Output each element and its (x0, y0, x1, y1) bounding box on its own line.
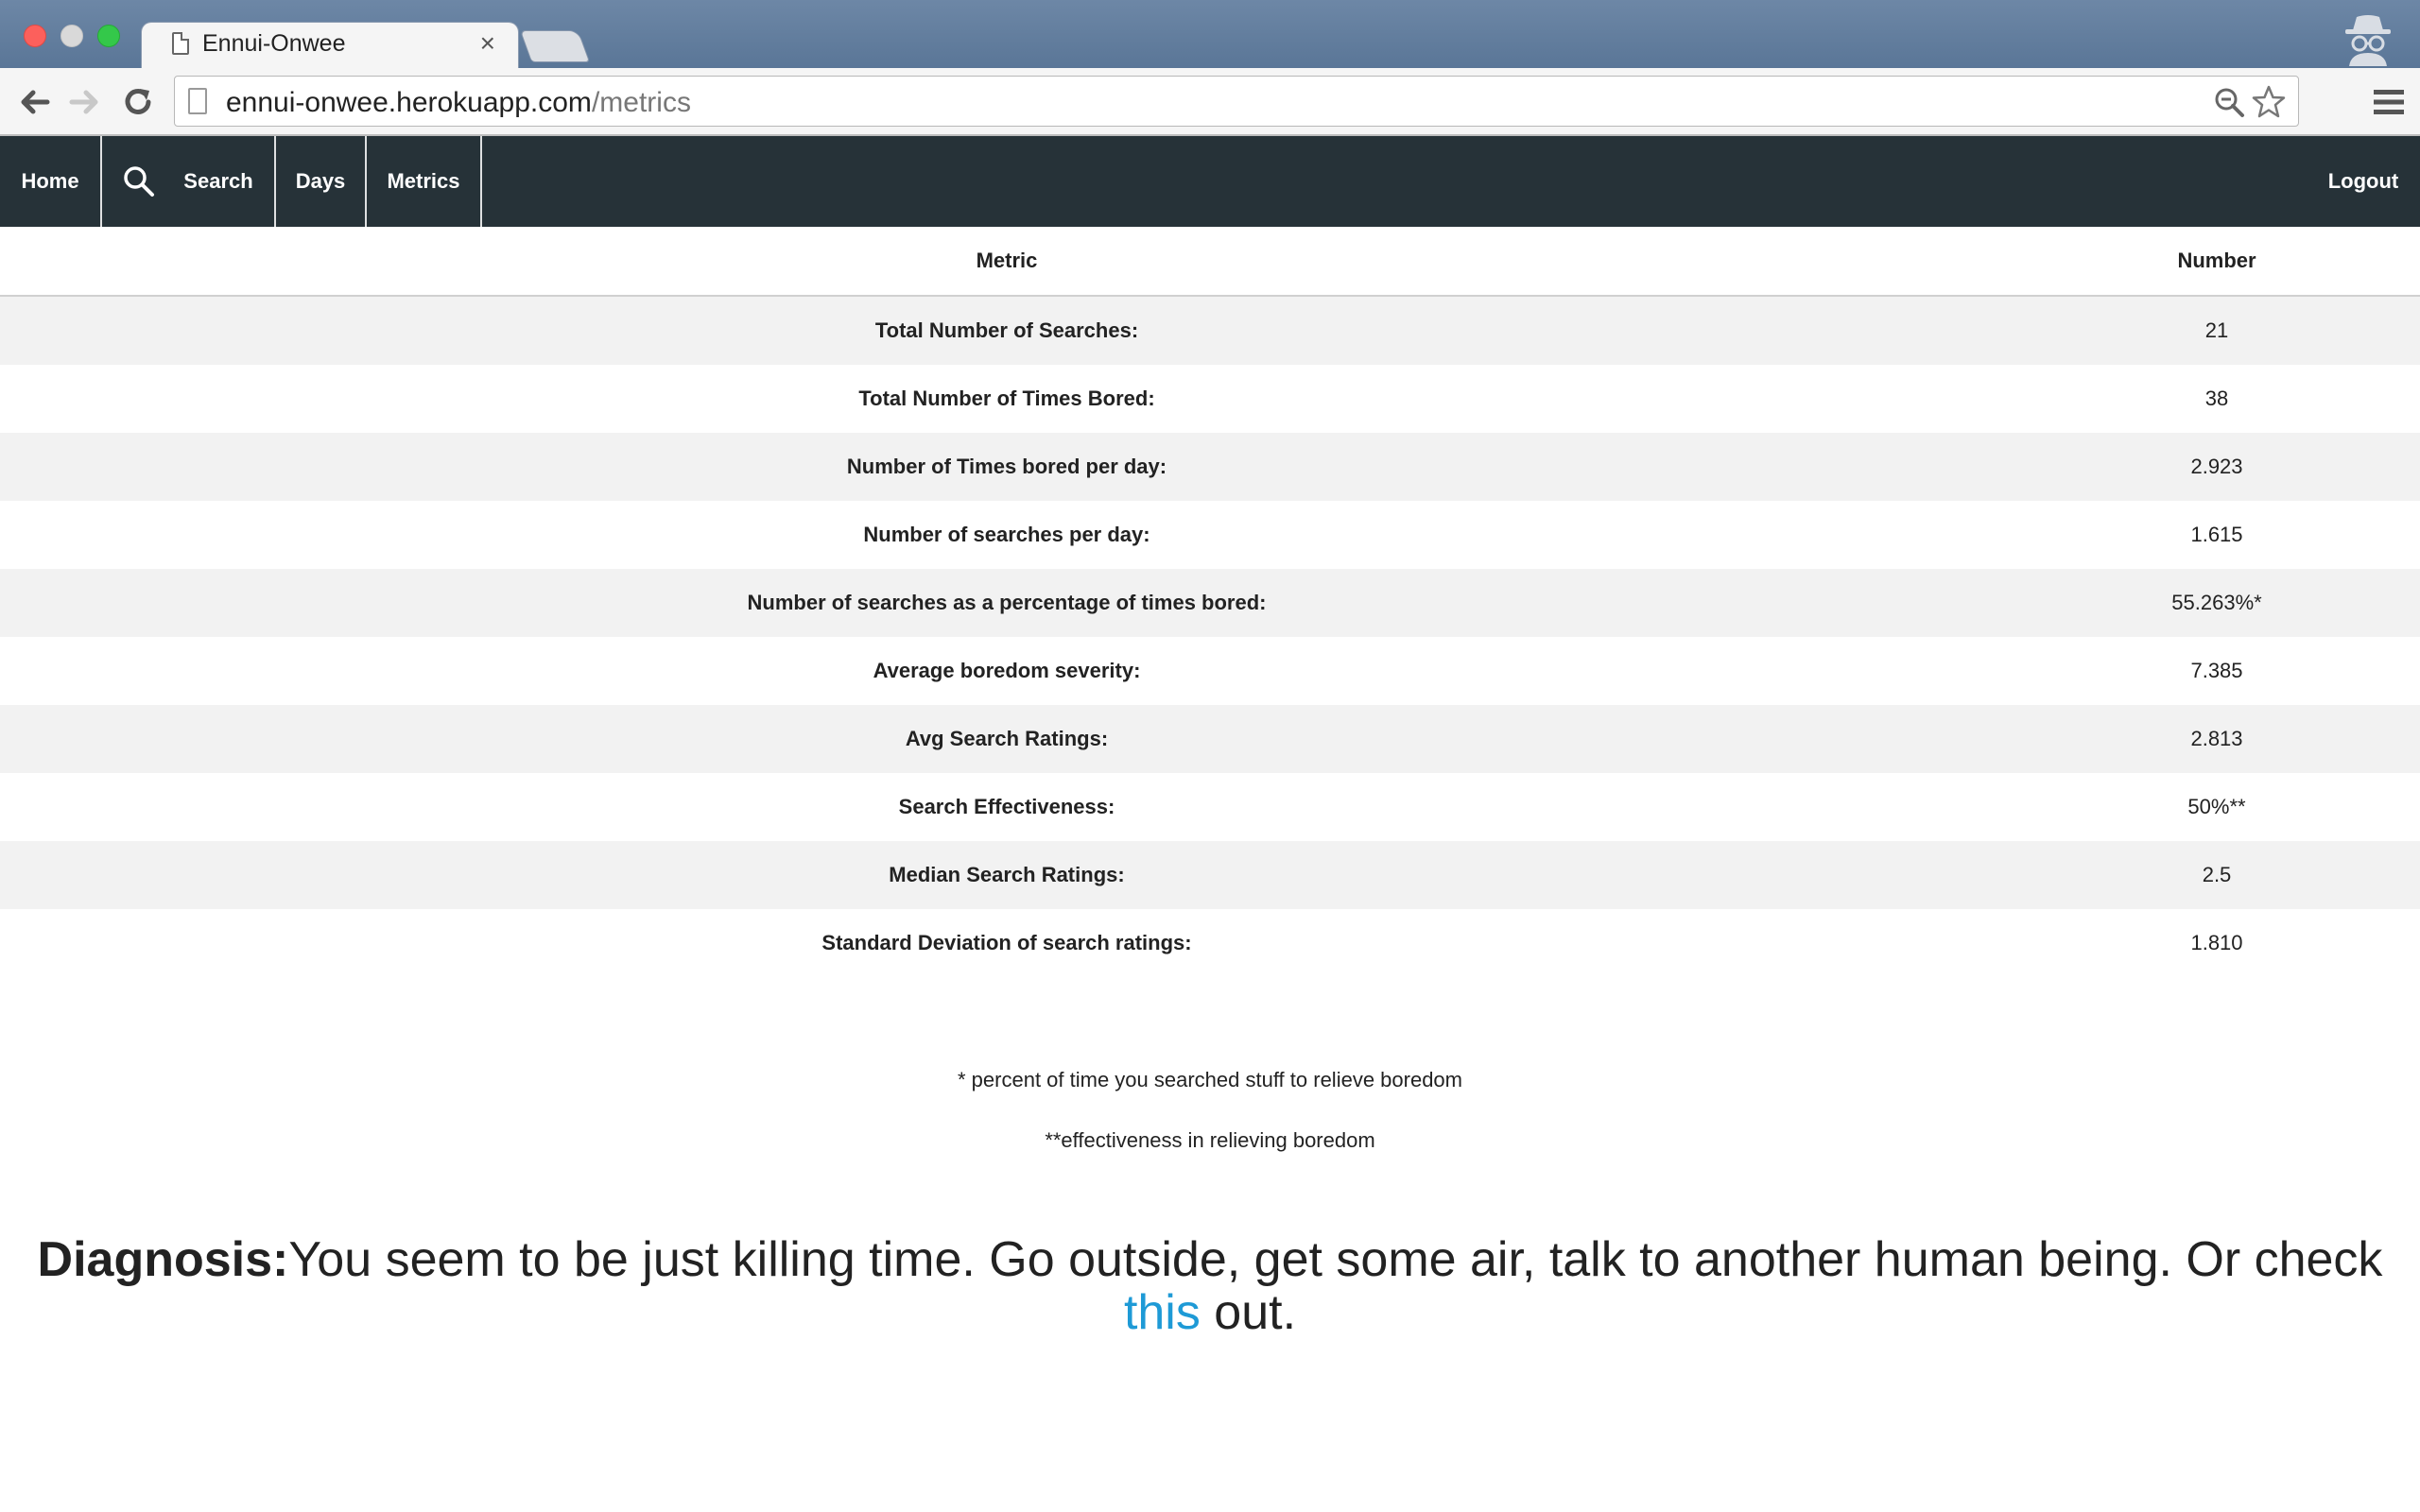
nav-metrics-link[interactable]: Metrics (367, 136, 480, 227)
forward-arrow-icon[interactable] (66, 83, 104, 121)
table-row: Average boredom severity: 7.385 (0, 637, 2420, 705)
metric-cell: Median Search Ratings: (889, 863, 1125, 886)
metric-cell: Standard Deviation of search ratings: (821, 931, 1192, 954)
number-cell: 2.923 (2190, 455, 2243, 478)
incognito-icon (2345, 15, 2391, 66)
table-row: Total Number of Times Bored: 38 (0, 365, 2420, 433)
metric-cell: Total Number of Times Bored: (858, 387, 1155, 410)
tab-close-button[interactable]: × (480, 28, 495, 59)
nav-metrics-label: Metrics (387, 169, 460, 193)
browser-tab[interactable]: Ennui-Onwee × (142, 23, 518, 68)
bookmark-star-icon[interactable] (2251, 84, 2287, 120)
nav-days-link[interactable]: Days (276, 136, 365, 227)
metric-cell: Average boredom severity: (873, 659, 1141, 682)
nav-logout-link[interactable]: Logout (2307, 136, 2420, 227)
nav-home-label: Home (21, 169, 79, 193)
number-cell: 2.813 (2190, 727, 2243, 750)
diagnosis-message: You seem to be just killing time. Go out… (288, 1232, 2383, 1287)
browser-menu-icon[interactable] (2372, 87, 2406, 117)
metric-cell: Number of searches per day: (863, 523, 1150, 546)
number-cell: 1.615 (2190, 523, 2243, 546)
search-icon (124, 166, 155, 197)
zoom-icon[interactable] (2213, 86, 2245, 118)
app-navbar: Home Search Days Metrics Logout (0, 136, 2420, 227)
nav-search-label: Search (183, 169, 253, 193)
nav-days-label: Days (295, 169, 346, 193)
metric-cell: Search Effectiveness: (898, 795, 1115, 818)
table-row: Avg Search Ratings: 2.813 (0, 705, 2420, 773)
number-cell: 7.385 (2190, 659, 2243, 682)
table-header: Metric Number (0, 227, 2420, 297)
back-arrow-icon[interactable] (15, 83, 53, 121)
nav-search-link[interactable]: Search (102, 136, 274, 227)
nav-divider (480, 136, 482, 227)
number-cell: 21 (2204, 318, 2229, 342)
minimize-window-button[interactable] (60, 25, 83, 47)
footnote-percent: * percent of time you searched stuff to … (958, 1068, 1462, 1091)
number-cell: 55.263%* (2171, 591, 2262, 614)
document-icon (172, 32, 189, 55)
metric-cell: Total Number of Searches: (874, 318, 1139, 342)
table-row: Number of Times bored per day: 2.923 (0, 433, 2420, 501)
browser-titlebar: Ennui-Onwee × (0, 0, 2420, 68)
nav-logout-label: Logout (2327, 169, 2399, 193)
url-text: ennui-onwee.herokuapp.com/metrics (226, 87, 691, 118)
new-tab-button[interactable] (519, 30, 591, 62)
table-row: Median Search Ratings: 2.5 (0, 841, 2420, 909)
footnote-effectiveness: **effectiveness in relieving boredom (1045, 1128, 1375, 1152)
metric-cell: Number of Times bored per day: (846, 455, 1167, 478)
maximize-window-button[interactable] (97, 25, 120, 47)
metric-cell: Number of searches as a percentage of ti… (747, 591, 1267, 614)
address-bar[interactable]: ennui-onwee.herokuapp.com/metrics (174, 76, 2299, 127)
reload-icon[interactable] (119, 83, 157, 121)
diagnosis-tail: out. (1200, 1285, 1297, 1340)
browser-toolbar: ennui-onwee.herokuapp.com/metrics (0, 68, 2420, 136)
metric-cell: Avg Search Ratings: (905, 727, 1109, 750)
diagnosis-text: Diagnosis:You seem to be just killing ti… (19, 1233, 2401, 1339)
table-row: Total Number of Searches: 21 (0, 297, 2420, 365)
table-row: Number of searches as a percentage of ti… (0, 569, 2420, 637)
table-row: Search Effectiveness: 50%** (0, 773, 2420, 841)
metrics-table: Metric Number Total Number of Searches: … (0, 227, 2420, 977)
metric-column-header: Metric (976, 249, 1038, 272)
table-row: Standard Deviation of search ratings: 1.… (0, 909, 2420, 977)
diagnosis-link[interactable]: this (1124, 1285, 1201, 1340)
page-icon (188, 88, 207, 114)
table-row: Number of searches per day: 1.615 (0, 501, 2420, 569)
number-cell: 2.5 (2202, 863, 2232, 886)
number-cell: 50%** (2187, 795, 2246, 818)
nav-home-link[interactable]: Home (0, 136, 100, 227)
diagnosis-label: Diagnosis: (37, 1232, 289, 1287)
tab-title: Ennui-Onwee (202, 30, 346, 57)
close-window-button[interactable] (24, 25, 46, 47)
number-cell: 38 (2204, 387, 2229, 410)
number-cell: 1.810 (2190, 931, 2243, 954)
number-column-header: Number (2177, 249, 2256, 272)
